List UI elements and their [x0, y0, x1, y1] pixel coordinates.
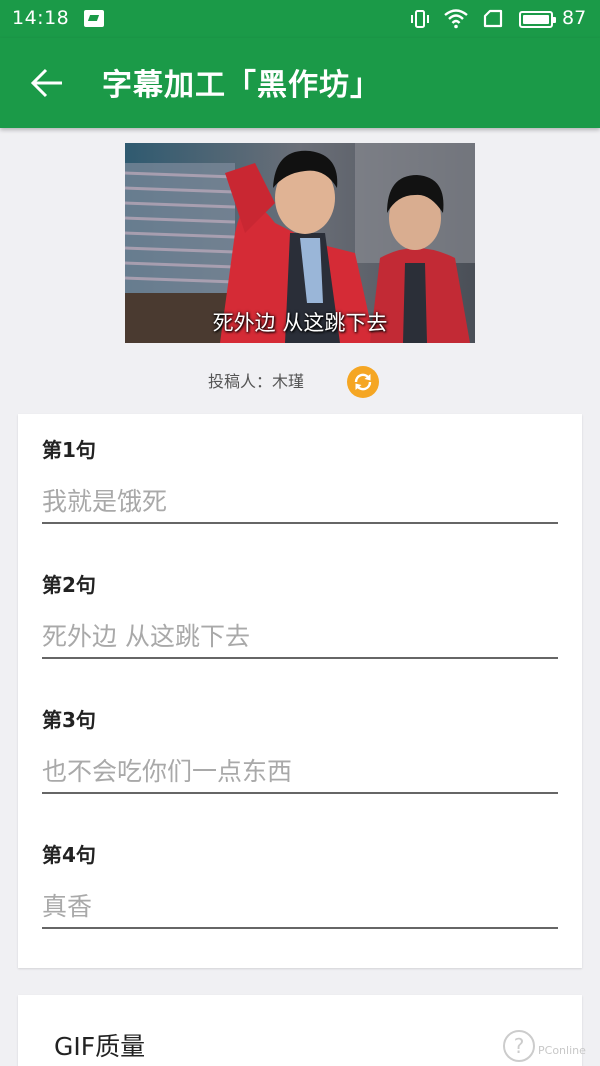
subtitle-field-3: 第3句	[42, 704, 558, 794]
gif-quality-card[interactable]: GIF质量	[18, 995, 582, 1066]
gif-quality-label: GIF质量	[54, 1032, 146, 1061]
subtitle-field-2: 第2句	[42, 569, 558, 659]
refresh-icon[interactable]	[347, 366, 379, 398]
battery-icon	[519, 11, 556, 28]
subtitle-input-4[interactable]	[42, 891, 558, 929]
gif-caption: 死外边 从这跳下去	[212, 311, 388, 335]
image-notification-icon	[84, 10, 104, 27]
vibrate-icon	[411, 10, 429, 28]
sim-icon	[483, 9, 503, 28]
subtitle-input-2[interactable]	[42, 621, 558, 659]
subtitle-form-card: 第1句 第2句 第3句 第4句	[18, 414, 582, 968]
help-icon[interactable]: ?	[503, 1030, 535, 1062]
status-time: 14:18	[12, 7, 70, 29]
subtitle-label-3: 第3句	[42, 708, 96, 732]
battery-level: 87	[562, 7, 587, 29]
subtitle-label-2: 第2句	[42, 573, 96, 597]
subtitle-field-4: 第4句	[42, 839, 558, 929]
page-title: 字幕加工「黑作坊」	[102, 68, 381, 103]
app-bar: 字幕加工「黑作坊」	[0, 38, 600, 128]
subtitle-input-3[interactable]	[42, 756, 558, 794]
back-arrow-icon[interactable]	[22, 58, 72, 108]
subtitle-field-1: 第1句	[42, 434, 558, 524]
subtitle-input-1[interactable]	[42, 486, 558, 524]
subtitle-label-4: 第4句	[42, 843, 96, 867]
gif-preview[interactable]: 死外边 从这跳下去	[125, 143, 475, 343]
contributor-row: 投稿人：木瑾	[0, 366, 600, 398]
watermark: PConline	[538, 1044, 586, 1057]
status-bar: 14:18 87	[0, 0, 600, 38]
contributor-label: 投稿人：木瑾	[208, 372, 305, 391]
wifi-icon	[444, 9, 468, 29]
subtitle-label-1: 第1句	[42, 438, 96, 462]
